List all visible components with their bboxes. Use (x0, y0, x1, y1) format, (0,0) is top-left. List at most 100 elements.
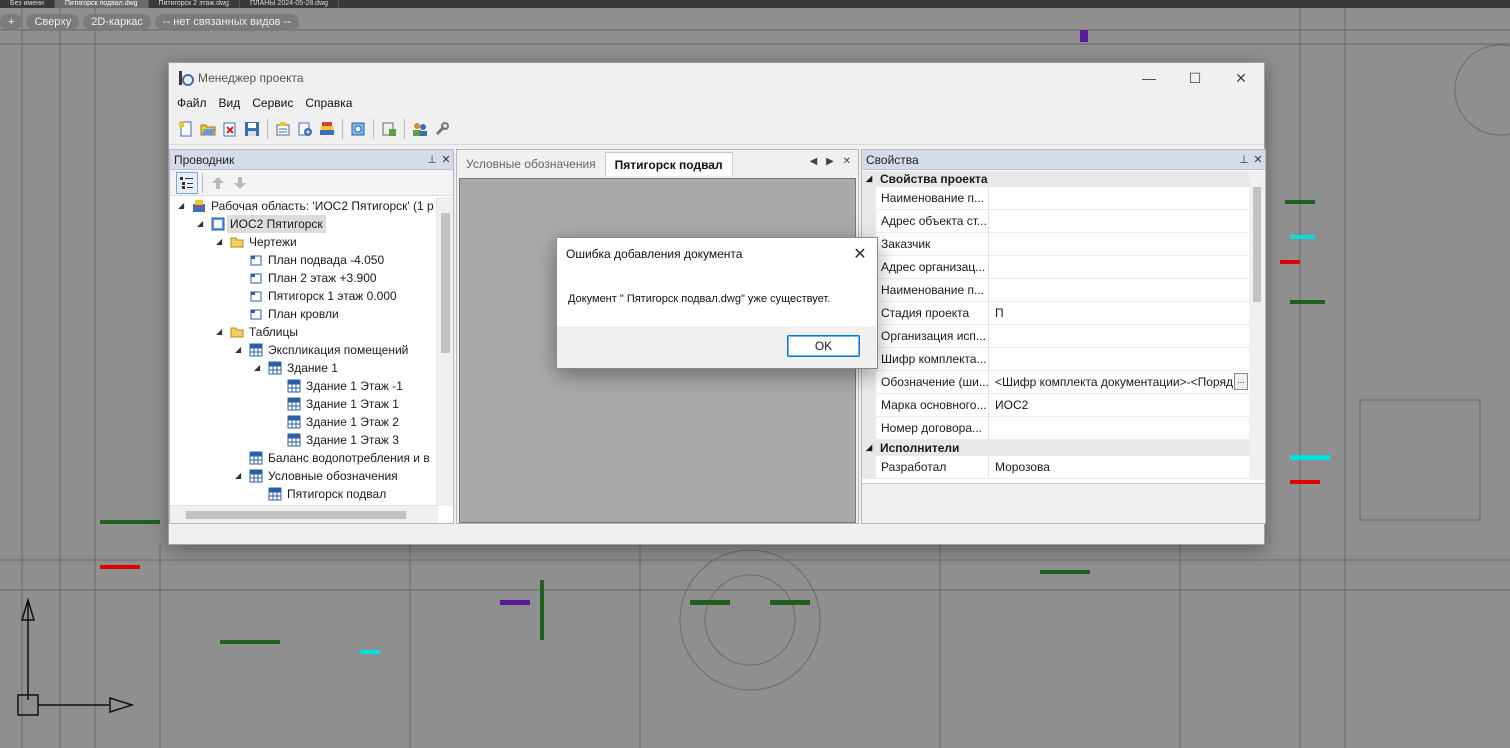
expand-toggle-icon[interactable]: ◢ (216, 233, 226, 251)
window-titlebar[interactable]: Менеджер проекта — ☐ ✕ (169, 63, 1264, 93)
tree-node[interactable]: ◢ Рабочая область: 'ИОС2 Пятигорск' (1 р (170, 197, 438, 215)
property-category[interactable]: ◢ Свойства проекта (862, 171, 1250, 187)
ok-button[interactable]: OK (787, 335, 860, 357)
minimize-button[interactable]: — (1126, 63, 1172, 93)
tree-node[interactable]: ◢ Экспликация помещений (170, 341, 438, 359)
collapse-toggle-icon[interactable]: ◢ (866, 440, 872, 456)
cad-doc-tab[interactable]: Без имени (0, 0, 55, 8)
tree-node[interactable]: ◢ Таблицы (170, 323, 438, 341)
tree-horizontal-scrollbar[interactable] (170, 505, 438, 523)
property-row[interactable]: Разработал Морозова (862, 456, 1250, 479)
property-value[interactable]: Морозова (989, 456, 1250, 478)
dialog-close-button[interactable]: ✕ (843, 244, 877, 264)
tab-navigation-controls[interactable]: ◀ ▶ ✕ (810, 156, 854, 167)
property-value[interactable] (989, 187, 1250, 209)
explorer-close-button[interactable]: ✕ (439, 153, 453, 166)
property-row[interactable]: Адрес организац... (862, 256, 1250, 279)
move-down-button[interactable] (229, 172, 251, 194)
scrollbar-thumb[interactable] (441, 213, 450, 353)
property-value[interactable]: П (989, 302, 1250, 324)
ellipsis-button[interactable]: ... (1234, 373, 1248, 390)
expand-toggle-icon[interactable]: ◢ (216, 323, 226, 341)
tree-view-button[interactable] (176, 171, 198, 194)
expand-toggle-icon[interactable]: ◢ (178, 197, 188, 215)
tree-node[interactable]: ◢ Условные обозначения (170, 467, 438, 485)
add-document-button[interactable] (294, 118, 316, 140)
property-row[interactable]: Наименование п... (862, 187, 1250, 210)
expand-toggle-icon[interactable]: ◢ (197, 215, 207, 233)
properties-close-button[interactable]: ✕ (1251, 153, 1265, 166)
property-row[interactable]: Заказчик (862, 233, 1250, 256)
property-value[interactable] (989, 325, 1250, 347)
tree-node[interactable]: ◢ ИОС2 Пятигорск (170, 215, 438, 233)
property-row[interactable]: Наименование п... (862, 279, 1250, 302)
property-row[interactable]: Обозначение (ши... <Шифр комплекта докуме… (862, 371, 1250, 394)
tree-node[interactable]: Здание 1 Этаж -1 (170, 377, 438, 395)
tab-pyatigorsk-basement[interactable]: Пятигорск подвал (604, 152, 733, 176)
scrollbar-thumb[interactable] (1253, 187, 1261, 302)
property-category[interactable]: ◢ Исполнители (862, 440, 1250, 456)
collapse-toggle-icon[interactable]: ◢ (866, 171, 872, 187)
maximize-button[interactable]: ☐ (1172, 63, 1218, 93)
tree-node[interactable]: Пятигорск подвал (170, 485, 438, 503)
expand-toggle-icon[interactable]: ◢ (235, 341, 245, 359)
menu-view[interactable]: Вид (213, 93, 247, 113)
users-button[interactable] (409, 118, 431, 140)
cad-doc-tab[interactable]: Пятигорск 2 этаж.dwg (149, 0, 240, 8)
move-up-button[interactable] (207, 172, 229, 194)
scrollbar-thumb[interactable] (186, 511, 406, 519)
property-value[interactable] (989, 256, 1250, 278)
property-value[interactable]: <Шифр комплекта документации>-<Поряд... (989, 371, 1250, 393)
close-project-button[interactable] (219, 118, 241, 140)
viewport-menu-button[interactable]: + (0, 14, 23, 30)
property-row[interactable]: Марка основного... ИОС2 (862, 394, 1250, 417)
tree-node[interactable]: Баланс водопотребления и в (170, 449, 438, 467)
project-tree[interactable]: ◢ Рабочая область: 'ИОС2 Пятигорск' (1 р ◢… (170, 197, 438, 506)
tree-node[interactable]: План подвада -4.050 (170, 251, 438, 269)
tree-node[interactable]: Пятигорск 1 этаж 0.000 (170, 287, 438, 305)
close-button[interactable]: ✕ (1218, 63, 1264, 93)
save-button[interactable] (241, 118, 263, 140)
tree-node[interactable]: План 2 этаж +3.900 (170, 269, 438, 287)
menu-help[interactable]: Справка (299, 93, 358, 113)
tree-node[interactable]: Здание 1 Этаж 2 (170, 413, 438, 431)
tools-button[interactable] (431, 118, 453, 140)
property-value[interactable] (989, 417, 1250, 439)
stack-documents-button[interactable] (316, 118, 338, 140)
property-value[interactable]: ИОС2 (989, 394, 1250, 416)
property-row[interactable]: Организация исп... (862, 325, 1250, 348)
property-grid[interactable]: ◢ Свойства проекта Наименование п... Адрес … (862, 171, 1250, 480)
menu-service[interactable]: Сервис (246, 93, 299, 113)
tree-node[interactable]: Здание 1 Этаж 1 (170, 395, 438, 413)
cad-doc-tab-active[interactable]: Пятигорск подвал.dwg (54, 0, 149, 8)
tree-node[interactable]: ◢ Здание 1 (170, 359, 438, 377)
cad-doc-tab[interactable]: ПЛАНЫ 2024-05-28.dwg (240, 0, 340, 8)
property-value[interactable] (989, 279, 1250, 301)
tree-node[interactable]: Здание 1 Этаж 3 (170, 431, 438, 449)
pin-icon[interactable]: ⊥ (1237, 153, 1251, 166)
tree-node[interactable]: ◢ Чертежи (170, 233, 438, 251)
expand-toggle-icon[interactable]: ◢ (235, 467, 245, 485)
dialog-titlebar[interactable]: Ошибка добавления документа ✕ (557, 238, 877, 270)
property-row[interactable]: Адрес объекта ст... (862, 210, 1250, 233)
expand-toggle-icon[interactable]: ◢ (254, 359, 264, 377)
tab-legend[interactable]: Условные обозначения (457, 152, 605, 176)
tree-vertical-scrollbar[interactable] (436, 197, 453, 506)
open-project-button[interactable] (197, 118, 219, 140)
property-row[interactable]: Шифр комплекта... (862, 348, 1250, 371)
view-direction-button[interactable]: Сверху (26, 14, 80, 30)
properties-scrollbar[interactable] (1249, 171, 1265, 480)
menu-file[interactable]: Файл (171, 93, 213, 113)
tree-node[interactable]: План кровли (170, 305, 438, 323)
property-row[interactable]: Стадия проекта П (862, 302, 1250, 325)
linked-views-button[interactable]: -- нет связанных видов -- (154, 14, 299, 30)
new-project-button[interactable] (175, 118, 197, 140)
property-value[interactable] (989, 210, 1250, 232)
database-button[interactable] (378, 118, 400, 140)
property-row[interactable]: Номер договора... (862, 417, 1250, 440)
visual-style-button[interactable]: 2D-каркас (83, 14, 151, 30)
project-properties-button[interactable] (272, 118, 294, 140)
settings-grid-button[interactable] (347, 118, 369, 140)
property-value[interactable] (989, 348, 1250, 370)
property-value[interactable] (989, 233, 1250, 255)
